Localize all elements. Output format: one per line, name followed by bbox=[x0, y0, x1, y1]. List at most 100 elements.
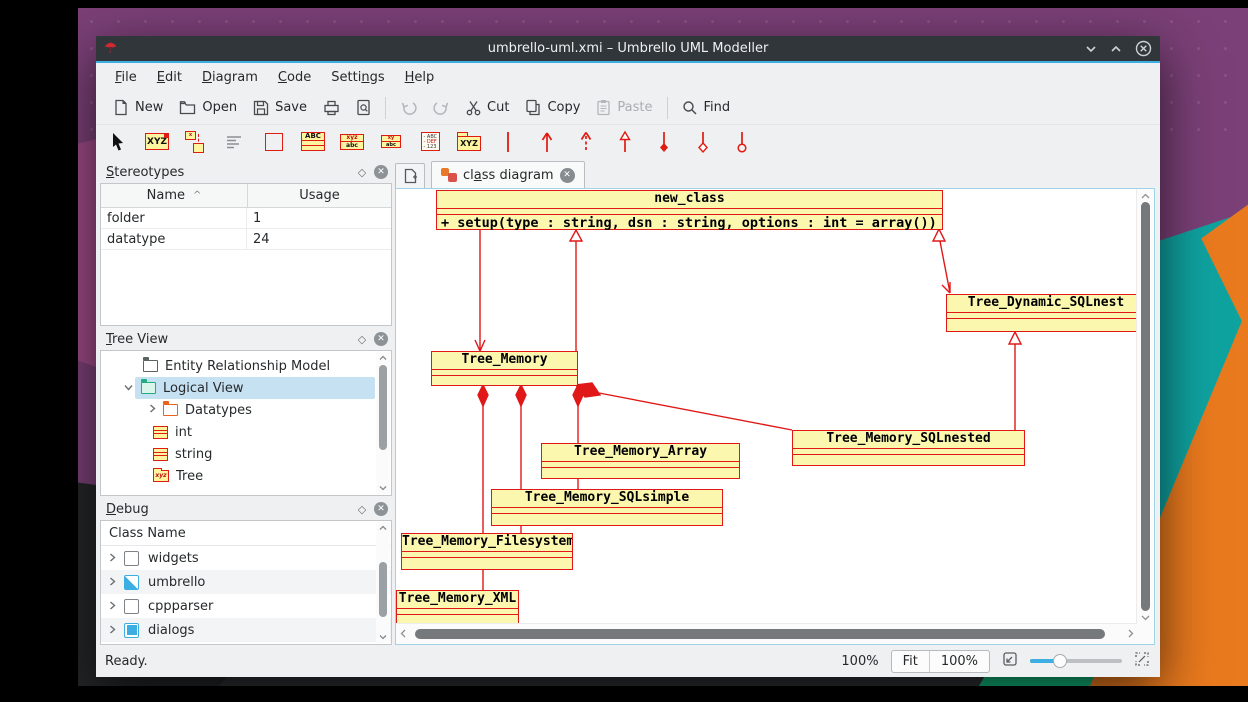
tree-view-panel-header[interactable]: Tree View ◇ ✕ bbox=[100, 328, 392, 350]
select-tool[interactable] bbox=[105, 129, 131, 155]
class-widget-tree-memory-filesystem[interactable]: Tree_Memory_Filesystem bbox=[401, 533, 573, 570]
zoom-slider[interactable] bbox=[1030, 652, 1122, 670]
redo-button[interactable] bbox=[425, 96, 458, 119]
fullscreen-button[interactable] bbox=[1134, 651, 1150, 671]
tree-item-entity-relationship-model[interactable]: Entity Relationship Model bbox=[101, 355, 391, 377]
datatype-tool[interactable]: xy abc bbox=[378, 129, 404, 155]
expand-chevron-icon[interactable] bbox=[145, 404, 159, 416]
menu-file[interactable]: File bbox=[105, 67, 147, 88]
association-tool[interactable] bbox=[495, 129, 521, 155]
vertical-scrollbar[interactable] bbox=[1136, 189, 1154, 624]
debug-scrollbar[interactable] bbox=[376, 522, 390, 643]
tree-item-int[interactable]: int bbox=[101, 421, 391, 443]
tab-class-diagram[interactable]: class diagram ✕ bbox=[431, 161, 585, 188]
print-button[interactable] bbox=[315, 96, 348, 120]
close-panel-icon[interactable]: ✕ bbox=[374, 502, 388, 516]
class-widget-tree-memory[interactable]: Tree_Memory bbox=[431, 351, 578, 386]
table-row[interactable]: datatype 24 bbox=[101, 229, 391, 250]
close-button[interactable] bbox=[1135, 40, 1152, 57]
new-button[interactable]: New bbox=[105, 95, 171, 120]
menu-settings[interactable]: Settings bbox=[321, 67, 394, 88]
checkbox-unchecked[interactable] bbox=[124, 551, 139, 566]
scroll-right-icon[interactable] bbox=[1123, 626, 1137, 640]
checkbox-checked[interactable] bbox=[124, 623, 139, 638]
menu-diagram[interactable]: Diagram bbox=[192, 67, 268, 88]
dependency-tool[interactable] bbox=[573, 129, 599, 155]
debug-row-umbrello[interactable]: umbrello bbox=[101, 570, 391, 594]
class-widget-tree-memory-xml[interactable]: Tree_Memory_XML bbox=[396, 590, 519, 624]
text-tool[interactable] bbox=[222, 129, 248, 155]
interface-tool[interactable]: xyz abc bbox=[339, 129, 365, 155]
expand-chevron-icon[interactable] bbox=[109, 623, 116, 638]
cut-button[interactable]: Cut bbox=[458, 96, 517, 120]
tree-item-datatypes[interactable]: Datatypes bbox=[101, 399, 391, 421]
checkbox-partial[interactable] bbox=[124, 575, 139, 590]
package-tool[interactable]: XYZ bbox=[456, 129, 482, 155]
box-tool[interactable] bbox=[261, 129, 287, 155]
stereotypes-panel-header[interactable]: Stereotypes ◇ ✕ bbox=[100, 161, 392, 183]
float-panel-icon[interactable]: ◇ bbox=[354, 331, 370, 347]
composition-treememory-to-sqlnested[interactable] bbox=[576, 383, 792, 430]
scroll-up-icon[interactable] bbox=[376, 522, 390, 534]
scrollbar-thumb[interactable] bbox=[415, 629, 1105, 639]
debug-row-dialogs[interactable]: dialogs bbox=[101, 618, 391, 642]
enum-tool[interactable]: - ABC - DEF - 123 bbox=[417, 129, 443, 155]
scroll-down-icon[interactable] bbox=[376, 482, 390, 494]
expand-chevron-icon[interactable] bbox=[109, 551, 116, 566]
tree-view-scrollbar[interactable] bbox=[376, 352, 390, 494]
copy-button[interactable]: Copy bbox=[517, 95, 588, 120]
float-panel-icon[interactable]: ◇ bbox=[354, 501, 370, 517]
debug-row-cppparser[interactable]: cppparser bbox=[101, 594, 391, 618]
column-header-name[interactable]: Name^ bbox=[101, 184, 248, 207]
generalization-treememory-to-newclass[interactable] bbox=[570, 230, 582, 351]
titlebar[interactable]: ☂ umbrello-uml.xmi – Umbrello UML Modell… bbox=[96, 36, 1160, 61]
minimize-button[interactable] bbox=[1085, 45, 1097, 53]
class-widget-tree-dynamic-sqlnest[interactable]: Tree_Dynamic_SQLnest bbox=[946, 294, 1137, 332]
float-panel-icon[interactable]: ◇ bbox=[354, 164, 370, 180]
generalization-sqlnested-to-treedynamic[interactable] bbox=[1009, 332, 1021, 430]
object-tool[interactable]: XYZ bbox=[144, 129, 170, 155]
menu-edit[interactable]: Edit bbox=[147, 67, 192, 88]
tab-close-icon[interactable]: ✕ bbox=[560, 168, 575, 183]
generalization-tool[interactable] bbox=[612, 129, 638, 155]
scroll-up-icon[interactable] bbox=[376, 352, 390, 364]
expand-chevron-icon[interactable] bbox=[109, 599, 116, 614]
scroll-up-icon[interactable] bbox=[1138, 189, 1152, 203]
new-tab-button[interactable] bbox=[395, 163, 425, 188]
debug-column-header[interactable]: Class Name bbox=[101, 521, 391, 546]
expand-chevron-icon[interactable] bbox=[109, 575, 116, 590]
composition-tool[interactable] bbox=[651, 129, 677, 155]
column-header-usage[interactable]: Usage bbox=[248, 184, 391, 207]
diagram-viewport[interactable]: new_class + setup(type : string, dsn : s… bbox=[396, 189, 1137, 624]
aggregation-tool[interactable] bbox=[690, 129, 716, 155]
close-panel-icon[interactable]: ✕ bbox=[374, 165, 388, 179]
anchor-tool[interactable]: x bbox=[183, 129, 209, 155]
open-button[interactable]: Open bbox=[171, 96, 245, 119]
find-button[interactable]: Find bbox=[674, 96, 739, 120]
class-tool[interactable]: ABC bbox=[300, 129, 326, 155]
debug-row-widgets[interactable]: widgets bbox=[101, 546, 391, 570]
table-row[interactable]: folder 1 bbox=[101, 208, 391, 229]
class-widget-tree-memory-sqlsimple[interactable]: Tree_Memory_SQLsimple bbox=[491, 489, 723, 526]
print-preview-button[interactable] bbox=[348, 95, 379, 120]
scrollbar-thumb[interactable] bbox=[379, 562, 387, 617]
horizontal-scrollbar[interactable] bbox=[396, 623, 1137, 644]
class-widget-tree-memory-sqlnested[interactable]: Tree_Memory_SQLnested bbox=[792, 430, 1025, 466]
close-panel-icon[interactable]: ✕ bbox=[374, 332, 388, 346]
checkbox-unchecked[interactable] bbox=[124, 599, 139, 614]
debug-panel-header[interactable]: Debug ◇ ✕ bbox=[100, 498, 392, 520]
collapse-chevron-icon[interactable] bbox=[121, 383, 135, 394]
containment-tool[interactable] bbox=[729, 129, 755, 155]
association-newclass-to-treememory[interactable] bbox=[475, 230, 485, 351]
fit-button[interactable]: Fit bbox=[892, 651, 929, 672]
class-widget-new-class[interactable]: new_class + setup(type : string, dsn : s… bbox=[436, 190, 943, 230]
association-newclass-to-treedynamic[interactable] bbox=[933, 229, 950, 293]
scrollbar-thumb[interactable] bbox=[379, 365, 387, 450]
zoom-out-button[interactable] bbox=[1002, 651, 1018, 671]
save-button[interactable]: Save bbox=[245, 96, 315, 120]
directed-association-tool[interactable] bbox=[534, 129, 560, 155]
scroll-left-icon[interactable] bbox=[396, 626, 410, 640]
slider-knob[interactable] bbox=[1053, 654, 1067, 668]
tree-item-logical-view[interactable]: Logical View bbox=[101, 377, 391, 399]
tree-item-string[interactable]: string bbox=[101, 443, 391, 465]
